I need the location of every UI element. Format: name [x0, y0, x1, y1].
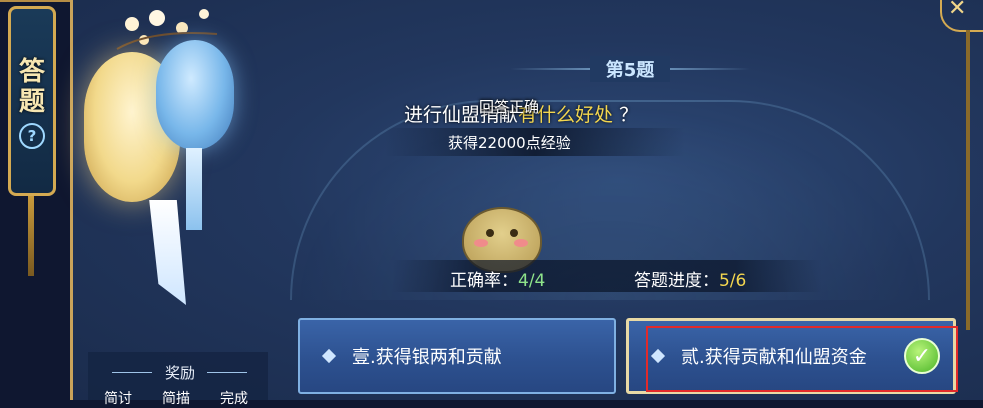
mascot-cheek-left: [474, 239, 488, 247]
close-icon[interactable]: ✕: [948, 0, 966, 21]
blue-lantern-tassel: [186, 148, 202, 230]
side-tab-char-2: 题: [18, 87, 45, 117]
progress-stat: 答题进度：5/6: [634, 266, 746, 291]
check-circle-icon: ✓: [904, 338, 940, 374]
progress-label: 答题进度：: [634, 271, 719, 291]
question-number-title: 第5题: [590, 56, 670, 82]
help-icon[interactable]: ?: [19, 123, 45, 149]
progress-value: 5/6: [719, 271, 747, 291]
reward-tab-1[interactable]: 简讨: [104, 388, 132, 408]
answer-option-label: 壹.获得银两和贡献: [352, 347, 502, 368]
quiz-side-tab[interactable]: 答 题 ?: [8, 6, 56, 196]
mascot-cheek-right: [514, 239, 528, 247]
right-frame-edge: [966, 30, 970, 330]
reward-tab-2[interactable]: 简描: [162, 388, 190, 408]
reward-tab-3[interactable]: 完成: [220, 388, 248, 408]
answer-option-1[interactable]: 壹.获得银两和贡献: [298, 318, 616, 394]
diamond-bullet-icon: [321, 348, 337, 364]
accuracy-label: 正确率：: [450, 271, 518, 291]
accuracy-value: 4/4: [518, 271, 546, 291]
mascot-eye-right: [510, 229, 518, 237]
tassel-decoration: [28, 196, 34, 276]
question-prefix: 进行仙盟: [404, 104, 481, 126]
accuracy-stat: 正确率：4/4: [450, 266, 545, 291]
reward-divider-left: [112, 372, 152, 373]
blue-lantern: [156, 40, 234, 150]
question-suffix: ？: [619, 104, 639, 126]
reward-text: 获得22000点经验: [448, 134, 571, 152]
side-tab-char-1: 答: [18, 57, 45, 87]
answer-feedback-popup: 回答正确: [479, 98, 540, 116]
reward-divider-right: [207, 372, 247, 373]
reward-section-label: 奖励: [165, 364, 196, 382]
mascot-eye-left: [486, 229, 494, 237]
